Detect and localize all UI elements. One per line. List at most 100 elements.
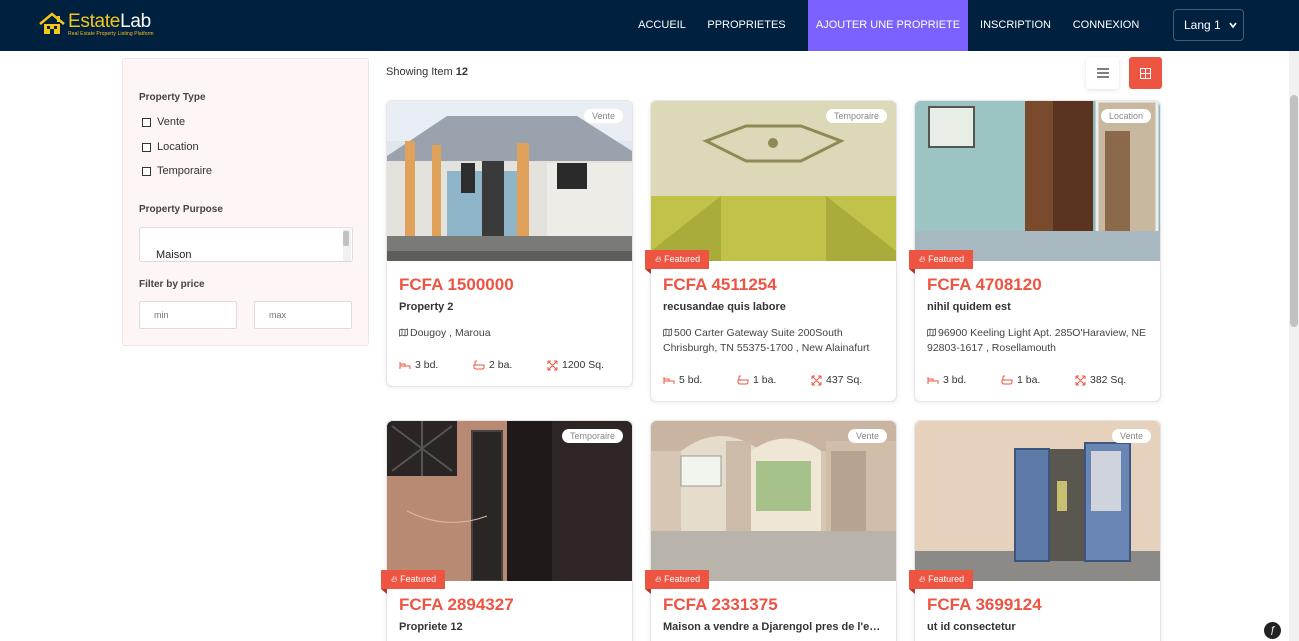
- bath-icon: [1001, 375, 1013, 385]
- filter-sidebar: Property Type Vente Location Temporaire …: [122, 58, 369, 346]
- checkbox-box[interactable]: [142, 117, 151, 127]
- baths-count: 1 ba.: [753, 374, 777, 386]
- list-scroll-thumb[interactable]: [343, 231, 349, 246]
- baths-info: 1 ba.: [1001, 374, 1040, 386]
- blue-doors-room-image: [915, 421, 1160, 581]
- property-card[interactable]: Vente 🔥︎ Featured FCFA 3699124 ut id con…: [909, 420, 1161, 641]
- showing-number: 12: [455, 66, 468, 78]
- arched-room-image: [651, 421, 896, 581]
- baths-count: 1 ba.: [1017, 374, 1041, 386]
- checkbox-location[interactable]: Location: [142, 141, 199, 153]
- purpose-option-maison[interactable]: Maison: [156, 249, 191, 261]
- property-purpose-heading: Property Purpose: [139, 204, 223, 215]
- area-icon: [1075, 375, 1086, 385]
- showing-label: Showing Item: [386, 66, 453, 78]
- featured-ribbon: 🔥︎ Featured: [645, 570, 710, 594]
- list-icon: [1096, 68, 1109, 78]
- top-navbar: EstateLab Real Estate Property Listing P…: [0, 0, 1299, 51]
- property-title[interactable]: Maison a vendre a Djarengol pres de l'ec…: [663, 621, 885, 633]
- property-photo[interactable]: Vente: [651, 421, 896, 581]
- property-photo[interactable]: Temporaire: [387, 421, 632, 581]
- beds-info: 3 bd.: [927, 374, 966, 386]
- list-scrollbar[interactable]: [343, 229, 351, 261]
- checkbox-vente[interactable]: Vente: [142, 116, 185, 128]
- nav-inscription[interactable]: INSCRIPTION: [973, 0, 1058, 51]
- property-title[interactable]: Property 2: [399, 301, 621, 313]
- brand-logo[interactable]: EstateLab Real Estate Property Listing P…: [38, 12, 154, 37]
- nav-connexion[interactable]: CONNEXION: [1064, 0, 1148, 51]
- symfony-debug-icon[interactable]: ƒ: [1264, 622, 1281, 639]
- area-icon: [811, 375, 822, 385]
- property-card[interactable]: Vente 🔥︎ Featured FCFA 2331375 Maison a …: [645, 420, 897, 641]
- filter-price-heading: Filter by price: [139, 279, 205, 290]
- property-price: FCFA 2894327: [399, 595, 514, 614]
- checkbox-box[interactable]: [142, 166, 151, 176]
- baths-info: 2 ba.: [473, 359, 512, 371]
- property-photo[interactable]: Temporaire: [651, 101, 896, 261]
- bed-icon: [927, 376, 939, 384]
- property-purpose-list[interactable]: Maison: [139, 227, 353, 262]
- featured-ribbon: 🔥︎ Featured: [645, 250, 710, 274]
- featured-label: Featured: [928, 254, 965, 264]
- language-select-value: Lang 1: [1184, 18, 1221, 32]
- listing-type-badge: Vente: [847, 429, 887, 443]
- language-select[interactable]: Lang 1: [1173, 9, 1244, 41]
- checkbox-temporaire[interactable]: Temporaire: [142, 165, 212, 177]
- nav-accueil[interactable]: ACCUEIL: [627, 0, 697, 51]
- checkbox-box[interactable]: [142, 142, 151, 152]
- nav-proprietes[interactable]: PPROPRIETES: [700, 0, 793, 51]
- area-info: 382 Sq.: [1075, 374, 1126, 386]
- property-title[interactable]: Propriete 12: [399, 621, 621, 633]
- featured-ribbon: 🔥︎ Featured: [909, 250, 974, 274]
- property-card[interactable]: Location 🔥︎ Featured FCFA 4708120 nihil …: [909, 100, 1161, 402]
- baths-info: 1 ba.: [737, 374, 776, 386]
- address-text: Dougoy , Maroua: [410, 327, 491, 339]
- nav-ajouter-propriete[interactable]: AJOUTER UNE PROPRIETE: [808, 0, 968, 51]
- property-card[interactable]: Temporaire 🔥︎ Featured FCFA 4511254 recu…: [645, 100, 897, 402]
- list-view-button[interactable]: [1086, 57, 1119, 89]
- featured-label: Featured: [400, 574, 437, 584]
- property-address: Dougoy , Maroua: [399, 326, 624, 341]
- beds-info: 3 bd.: [399, 359, 438, 371]
- ceiling-room-image: [651, 101, 896, 261]
- beds-info: 5 bd.: [663, 374, 702, 386]
- bath-icon: [473, 360, 485, 370]
- area-size: 382 Sq.: [1090, 374, 1127, 386]
- property-card[interactable]: Vente FCFA 1500000 Property 2 Dougoy , M…: [386, 100, 633, 387]
- baths-count: 2 ba.: [489, 359, 513, 371]
- property-address: 500 Carter Gateway Suite 200South Chrisb…: [663, 326, 888, 356]
- flame-icon: 🔥︎: [919, 574, 929, 584]
- page-scroll-thumb[interactable]: [1290, 95, 1298, 327]
- bed-icon: [663, 376, 675, 384]
- property-price: FCFA 2331375: [663, 595, 778, 614]
- doorway-image: [387, 421, 632, 581]
- area-size: 437 Sq.: [826, 374, 863, 386]
- grid-view-button[interactable]: [1129, 57, 1162, 89]
- checkbox-label: Location: [157, 141, 199, 153]
- bed-icon: [399, 361, 411, 369]
- featured-ribbon: 🔥︎ Featured: [381, 570, 446, 594]
- property-photo[interactable]: Vente: [915, 421, 1160, 581]
- map-icon: [927, 328, 936, 337]
- property-photo[interactable]: Vente: [387, 101, 632, 261]
- listing-type-badge: Temporaire: [825, 109, 887, 123]
- page-scrollbar[interactable]: [1289, 51, 1299, 641]
- brand-tagline: Real Estate Property Listing Platform: [68, 31, 154, 37]
- beds-count: 5 bd.: [679, 374, 703, 386]
- showing-count: Showing Item 12: [386, 66, 468, 78]
- featured-label: Featured: [928, 574, 965, 584]
- property-card[interactable]: Temporaire 🔥︎ Featured FCFA 2894327 Prop…: [381, 420, 633, 641]
- property-title[interactable]: nihil quidem est: [927, 301, 1149, 313]
- beds-count: 3 bd.: [415, 359, 439, 371]
- property-title[interactable]: recusandae quis labore: [663, 301, 885, 313]
- flame-icon: 🔥︎: [655, 574, 665, 584]
- property-photo[interactable]: Location: [915, 101, 1160, 261]
- featured-label: Featured: [664, 254, 701, 264]
- listing-type-badge: Location: [1100, 109, 1151, 123]
- property-title[interactable]: ut id consectetur: [927, 621, 1149, 633]
- grid-icon: [1140, 67, 1151, 79]
- listing-type-badge: Temporaire: [561, 429, 623, 443]
- min-price-input[interactable]: [139, 301, 237, 329]
- property-price: FCFA 4708120: [927, 275, 1042, 294]
- max-price-input[interactable]: [254, 301, 352, 329]
